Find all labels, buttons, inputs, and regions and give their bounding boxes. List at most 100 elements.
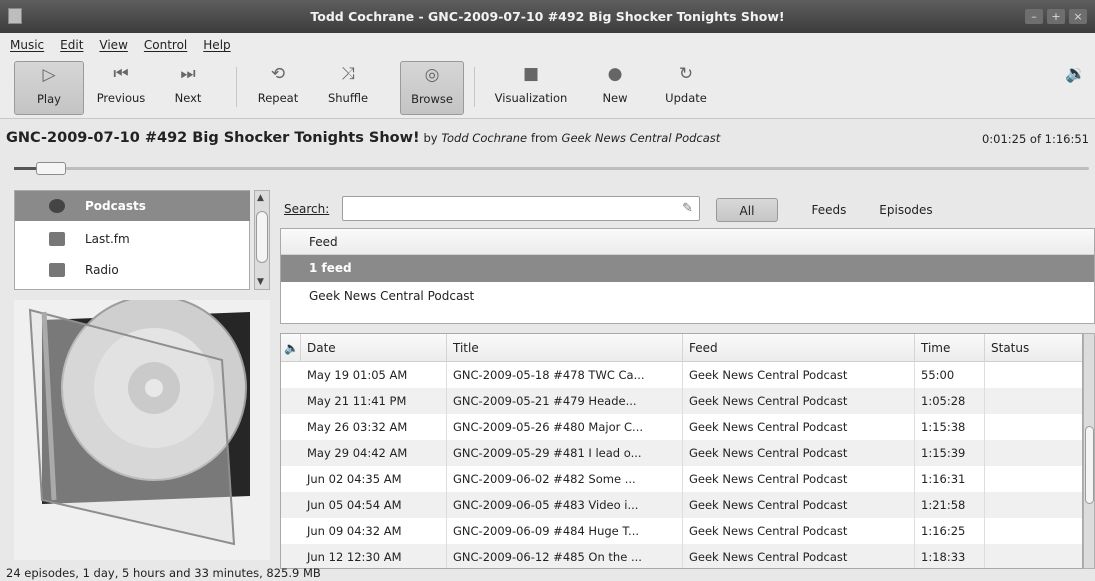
episode-date: May 26 03:32 AM <box>301 414 447 440</box>
feed-row[interactable]: Geek News Central Podcast <box>281 282 1094 310</box>
episode-feed: Geek News Central Podcast <box>683 362 915 388</box>
episode-row[interactable]: Jun 05 04:54 AM GNC-2009-06-05 #483 Video… <box>281 492 1082 518</box>
episode-date: May 29 04:42 AM <box>301 440 447 466</box>
episode-time: 1:05:28 <box>915 388 985 414</box>
episode-date: Jun 05 04:54 AM <box>301 492 447 518</box>
seek-handle[interactable] <box>36 162 66 175</box>
episode-time: 1:16:25 <box>915 518 985 544</box>
feeds-column-header[interactable]: Feed <box>281 229 1094 255</box>
play-label: Play <box>37 92 61 106</box>
title-bar: Todd Cochrane - GNC-2009-07-10 #492 Big … <box>0 0 1095 33</box>
menu-view[interactable]: View <box>99 38 127 52</box>
browse-button[interactable]: ◎ Browse <box>400 61 464 115</box>
episode-feed: Geek News Central Podcast <box>683 492 915 518</box>
maximize-button[interactable]: + <box>1047 9 1065 24</box>
episode-status <box>985 518 1082 544</box>
source-item-lastfm[interactable]: Last.fm <box>15 224 250 254</box>
episode-date: May 19 01:05 AM <box>301 362 447 388</box>
source-scrollbar[interactable]: ▲ ▼ <box>254 190 270 290</box>
toolbar: ▷ Play ⏮ Previous ⏭ Next ⟲ Repeat ⤨ Shuf… <box>0 57 1095 119</box>
update-button[interactable]: ↻ Update <box>652 61 720 115</box>
episode-status <box>985 440 1082 466</box>
episodes-scrollbar[interactable] <box>1083 333 1095 569</box>
episode-row[interactable]: Jun 12 12:30 AM GNC-2009-06-12 #485 On th… <box>281 544 1082 568</box>
episode-row[interactable]: Jun 02 04:35 AM GNC-2009-06-02 #482 Some … <box>281 466 1082 492</box>
clear-search-icon[interactable]: ✎ <box>682 201 693 216</box>
shuffle-icon: ⤨ <box>341 64 355 84</box>
now-playing: GNC-2009-07-10 #492 Big Shocker Tonights… <box>6 130 886 146</box>
scroll-up-icon[interactable]: ▲ <box>257 193 264 203</box>
repeat-button[interactable]: ⟲ Repeat <box>246 61 310 115</box>
menu-control[interactable]: Control <box>144 38 187 52</box>
scrollbar-thumb[interactable] <box>1085 426 1094 504</box>
speaker-icon: 🔈 <box>284 341 299 355</box>
search-label: Search: <box>284 202 330 216</box>
source-item-podcasts[interactable]: Podcasts <box>15 191 250 221</box>
lastfm-icon <box>49 232 65 246</box>
episodes-table: 🔈 Date Title Feed Time Status May 19 01:… <box>280 333 1083 569</box>
column-header-time[interactable]: Time <box>915 334 985 362</box>
cd-case-icon <box>28 295 250 546</box>
visualization-button[interactable]: ■ Visualization <box>484 61 578 115</box>
minimize-button[interactable]: – <box>1025 9 1043 24</box>
filter-episodes-button[interactable]: Episodes <box>866 198 946 222</box>
feeds-summary-row[interactable]: 1 feed <box>281 255 1094 282</box>
episode-time: 1:15:38 <box>915 414 985 440</box>
menu-help[interactable]: Help <box>203 38 230 52</box>
episode-row[interactable]: Jun 09 04:32 AM GNC-2009-06-09 #484 Huge … <box>281 518 1082 544</box>
search-input[interactable] <box>347 197 667 219</box>
shuffle-button[interactable]: ⤨ Shuffle <box>318 61 378 115</box>
track-artist: Todd Cochrane <box>441 131 528 145</box>
episode-row[interactable]: May 29 04:42 AM GNC-2009-05-29 #481 I lea… <box>281 440 1082 466</box>
new-button[interactable]: ● New <box>590 61 640 115</box>
next-icon: ⏭ <box>180 64 196 84</box>
playing-column-header[interactable]: 🔈 <box>281 334 301 362</box>
source-item-radio[interactable]: Radio <box>15 255 250 285</box>
filter-all-button[interactable]: All <box>716 198 778 222</box>
search-field[interactable]: ✎ <box>342 196 700 221</box>
play-button[interactable]: ▷ Play <box>14 61 84 115</box>
episode-title: GNC-2009-06-02 #482 Some ... <box>447 466 683 492</box>
episode-title: GNC-2009-06-09 #484 Huge T... <box>447 518 683 544</box>
status-bar: 24 episodes, 1 day, 5 hours and 33 minut… <box>6 566 321 580</box>
filter-feeds-button[interactable]: Feeds <box>800 198 858 222</box>
episode-status <box>985 414 1082 440</box>
episode-time: 1:21:58 <box>915 492 985 518</box>
toolbar-separator <box>236 67 237 107</box>
album-art <box>14 295 270 560</box>
volume-button[interactable]: 🔉 <box>1062 61 1090 115</box>
episode-title: GNC-2009-05-26 #480 Major C... <box>447 414 683 440</box>
episode-status <box>985 544 1082 568</box>
episode-status <box>985 388 1082 414</box>
menu-edit[interactable]: Edit <box>60 38 83 52</box>
column-header-status[interactable]: Status <box>985 334 1082 362</box>
episode-row[interactable]: May 21 11:41 PM GNC-2009-05-21 #479 Heade… <box>281 388 1082 414</box>
column-header-date[interactable]: Date <box>301 334 447 362</box>
episode-row[interactable]: May 19 01:05 AM GNC-2009-05-18 #478 TWC C… <box>281 362 1082 388</box>
column-header-title[interactable]: Title <box>447 334 683 362</box>
source-label: Radio <box>85 263 119 277</box>
podcast-icon <box>49 199 65 213</box>
elapsed-time: 0:01:25 of 1:16:51 <box>981 132 1089 146</box>
menu-music[interactable]: Music <box>10 38 44 52</box>
episode-title: GNC-2009-06-12 #485 On the ... <box>447 544 683 568</box>
scroll-down-icon[interactable]: ▼ <box>257 277 264 287</box>
browse-label: Browse <box>411 92 453 106</box>
episode-row[interactable]: May 26 03:32 AM GNC-2009-05-26 #480 Major… <box>281 414 1082 440</box>
episode-time: 1:15:39 <box>915 440 985 466</box>
column-header-feed[interactable]: Feed <box>683 334 915 362</box>
scrollbar-thumb[interactable] <box>256 211 268 263</box>
next-button[interactable]: ⏭ Next <box>160 61 216 115</box>
seek-slider[interactable] <box>14 167 1089 170</box>
close-button[interactable]: × <box>1069 9 1087 24</box>
track-title: GNC-2009-07-10 #492 Big Shocker Tonights… <box>6 130 420 146</box>
browse-icon: ◎ <box>424 65 440 85</box>
previous-button[interactable]: ⏮ Previous <box>88 61 154 115</box>
repeat-icon: ⟲ <box>270 64 286 84</box>
new-label: New <box>602 91 628 105</box>
repeat-label: Repeat <box>257 91 299 105</box>
episode-date: Jun 12 12:30 AM <box>301 544 447 568</box>
shuffle-label: Shuffle <box>327 91 369 105</box>
radio-icon <box>49 263 65 277</box>
episode-feed: Geek News Central Podcast <box>683 388 915 414</box>
